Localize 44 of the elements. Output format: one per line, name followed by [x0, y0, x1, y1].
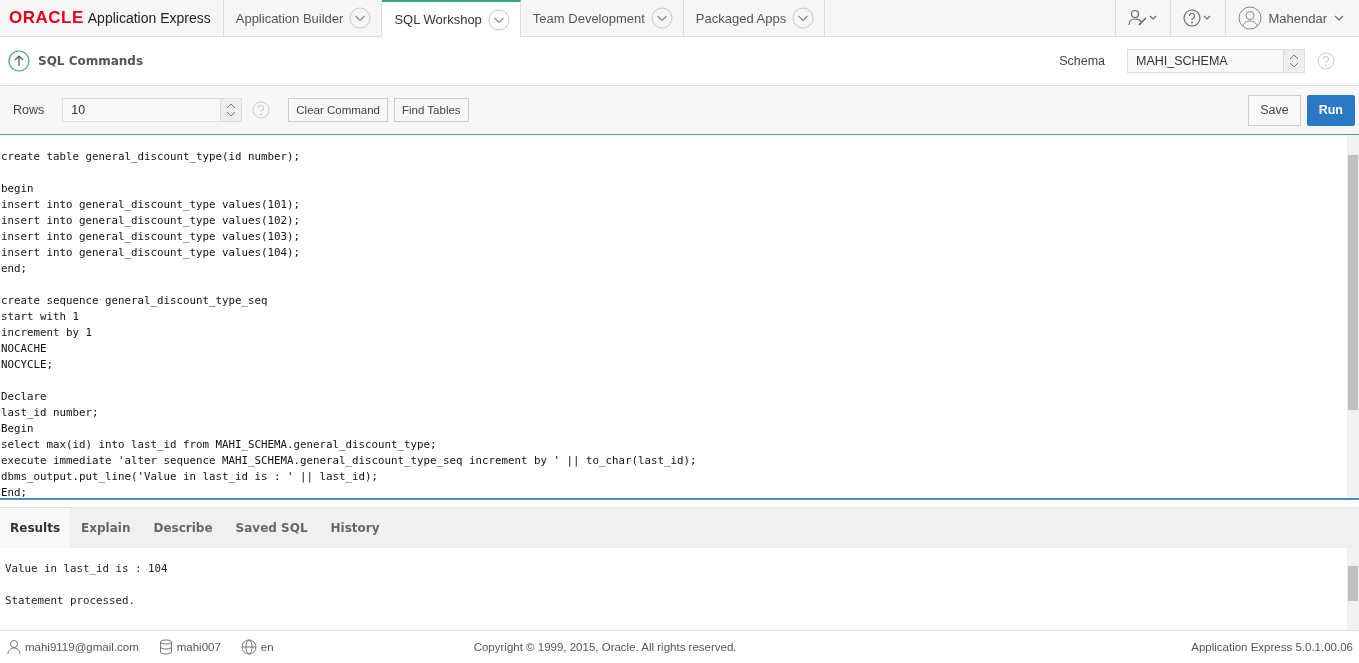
user-icon: [7, 639, 21, 655]
results-output: Value in last_id is : 104 Statement processed.: [4, 561, 169, 609]
globe-icon: [240, 639, 257, 655]
product-name: Application Express: [87, 10, 211, 26]
chevron-down-icon: [349, 7, 372, 29]
results-tab[interactable]: Saved SQL: [224, 508, 320, 548]
chevron-down-icon: [792, 7, 815, 29]
user-email: mahi9119@gmail.com: [25, 641, 139, 653]
spinner-arrows-icon: [1289, 53, 1299, 69]
chevron-down-icon: [1333, 13, 1345, 23]
nav-tab[interactable]: Team Development: [520, 0, 684, 36]
rows-input[interactable]: 10: [62, 98, 243, 122]
nav-tab[interactable]: SQL Workshop: [382, 0, 521, 37]
chevron-down-icon: [650, 7, 673, 29]
toolbar-button[interactable]: Find Tables: [394, 98, 469, 122]
spinner-arrows-icon: [226, 102, 237, 118]
help-icon[interactable]: [1317, 52, 1335, 70]
version-text: Application Express 5.0.1.00.06: [1191, 641, 1353, 653]
rows-label: Rows: [13, 103, 45, 117]
page-title: SQL Commands: [38, 54, 144, 68]
help-icon[interactable]: [252, 101, 271, 119]
nav-tab[interactable]: Packaged Apps: [683, 0, 826, 36]
workspace-name: mahi007: [176, 641, 221, 653]
scrollbar[interactable]: [1347, 548, 1359, 630]
chevron-down-icon: [487, 8, 510, 31]
copyright-text: Copyright © 1999, 2015, Oracle. All rights reserved.: [473, 641, 737, 653]
run-button[interactable]: Run: [1306, 94, 1355, 126]
toolbar-button[interactable]: Clear Command: [288, 98, 388, 122]
results-tab[interactable]: History: [319, 508, 392, 548]
schema-label: Schema: [1059, 54, 1105, 68]
brand-logo-text: ORACLE: [9, 8, 84, 28]
save-button[interactable]: Save: [1248, 94, 1301, 126]
database-icon: [158, 639, 173, 655]
avatar-icon: [1238, 6, 1263, 30]
results-tab[interactable]: Explain: [70, 508, 143, 548]
user-tools-icon: [1128, 9, 1159, 27]
results-tab[interactable]: Results: [0, 508, 71, 548]
scrollbar[interactable]: [1347, 135, 1359, 498]
results-tab[interactable]: Describe: [142, 508, 225, 548]
language[interactable]: en: [260, 641, 274, 653]
schema-select[interactable]: MAHI_SCHEMA: [1127, 49, 1305, 73]
sql-editor[interactable]: create table general_discount_type(id number); begin insert into general_discount_type values(101); insert into general_discount_type values(102); insert into general_discount_type values(103); insert into general_discount_type values(104); end; create sequence general_discount_type_seq start with 1 increment by 1 NOCACHE NOCYCLE; Declare last_id number; Begin select max(id) into last_id from MAHI_SCHEMA.general_discount_type; execute immediate 'alter sequence MAHI_SCHEMA.general_discount_type_seq increment by ' || to_char(last_id); dbms_output.put_line('Value in last_id is : ' || last_id); End;: [0, 135, 1347, 498]
user-menu-button[interactable]: Mahendar: [1225, 0, 1359, 36]
oracle-logo[interactable]: ORACLE Application Express: [0, 0, 224, 36]
